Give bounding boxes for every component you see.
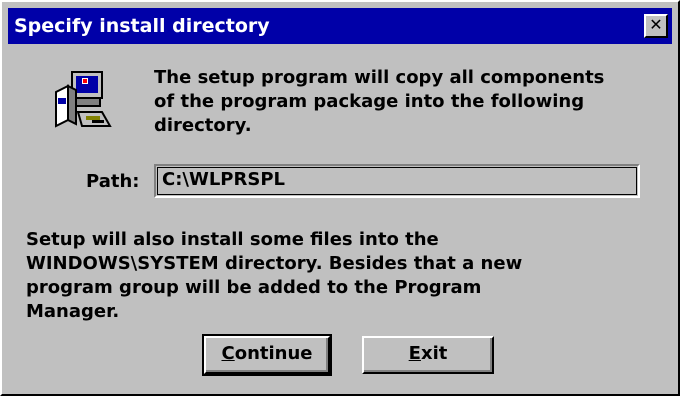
- intro-line: directory.: [154, 115, 252, 136]
- continue-mnemonic: C: [221, 343, 235, 364]
- dialog-title: Specify install directory: [14, 15, 270, 37]
- close-button[interactable]: ✕: [644, 14, 668, 38]
- info-line: Setup will also install some files into …: [26, 229, 439, 250]
- close-icon: ✕: [649, 15, 663, 34]
- intro-line: The setup program will copy all componen…: [154, 67, 605, 88]
- path-input[interactable]: C:\WLPRSPL: [154, 164, 640, 198]
- path-label: Path:: [86, 171, 140, 192]
- info-line: Manager.: [26, 301, 120, 322]
- title-bar[interactable]: Specify install directory ✕: [8, 8, 672, 44]
- exit-mnemonic: E: [408, 343, 421, 364]
- exit-button[interactable]: Exit: [362, 336, 494, 374]
- info-line: program group will be added to the Progr…: [26, 277, 482, 298]
- continue-button[interactable]: Continue: [202, 334, 332, 376]
- intro-line: of the program package into the followin…: [154, 91, 585, 112]
- install-dialog: Specify install directory ✕ The setup pr…: [0, 0, 680, 396]
- continue-label: ontinue: [234, 343, 313, 364]
- intro-message: The setup program will copy all componen…: [154, 66, 634, 138]
- exit-label: xit: [420, 343, 448, 364]
- setup-computer-icon: [52, 70, 116, 134]
- info-line: WINDOWS\SYSTEM directory. Besides that a…: [26, 253, 523, 274]
- info-message: Setup will also install some files into …: [26, 228, 646, 324]
